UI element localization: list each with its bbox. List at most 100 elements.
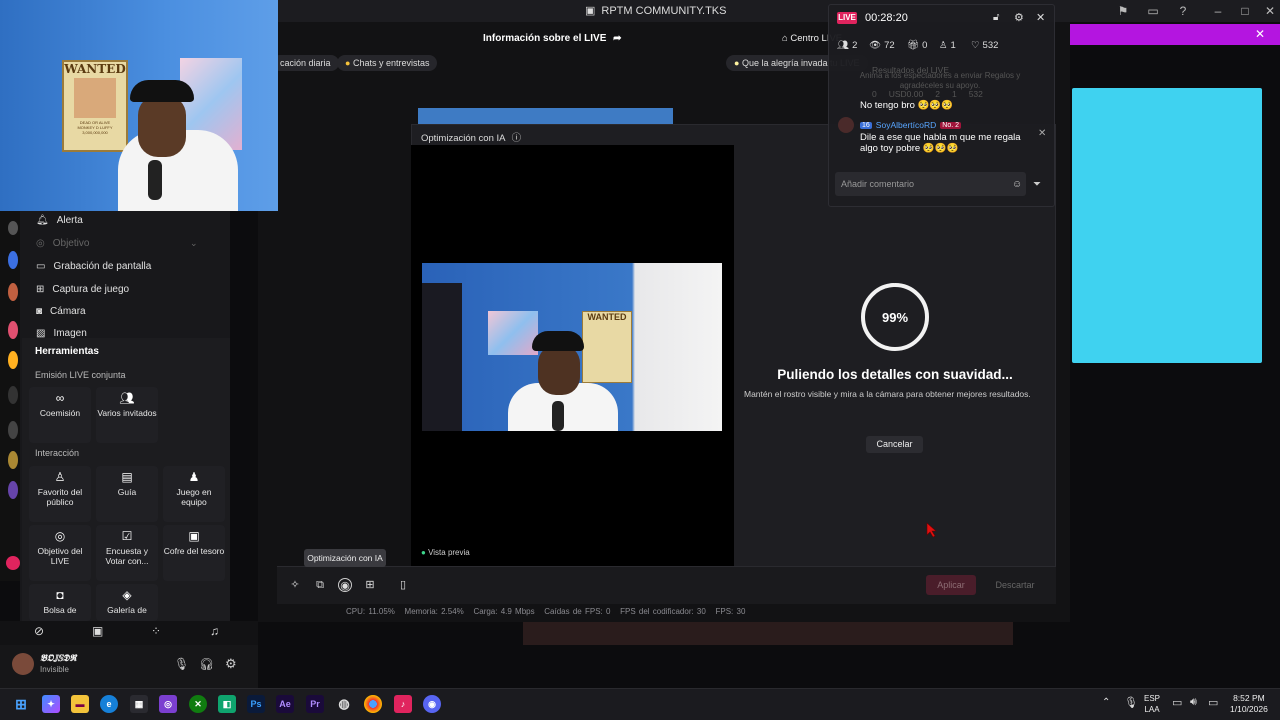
maximize-button[interactable]: □ xyxy=(1237,3,1253,19)
headphones-icon[interactable]: 🎧︎ xyxy=(199,657,214,671)
screen-share-icon[interactable]: ▭ xyxy=(1145,3,1161,19)
comment-input[interactable]: Añadir comentario xyxy=(835,172,1026,196)
emoji-icon[interactable]: ☺ xyxy=(1012,179,1022,190)
progress-ring: 99% xyxy=(861,283,929,351)
dismiss-icon[interactable]: ✕ xyxy=(1038,128,1046,139)
chat-avatar[interactable] xyxy=(838,117,854,133)
preview-video: WANTED xyxy=(422,263,722,431)
tool-coemision[interactable]: ∞ Coemisión xyxy=(29,387,91,443)
live-info-header[interactable]: Información sobre el LIVE ➦ xyxy=(483,33,622,44)
avatar[interactable] xyxy=(12,653,34,675)
close-button[interactable]: ✕ xyxy=(1262,3,1278,19)
rank-badge: No. 2 xyxy=(940,121,961,129)
ai-optimize-icon[interactable]: ◉ xyxy=(338,578,352,592)
share-icon[interactable]: ➦ xyxy=(613,33,621,44)
tool-encuesta[interactable]: ☑ Encuesta y Votar con... xyxy=(96,525,158,581)
live-timer: 00:28:20 xyxy=(865,12,908,24)
file-explorer-icon[interactable]: ▬ xyxy=(71,695,89,713)
results-description: Anima a los espectadores a enviar Regalo… xyxy=(859,71,1021,90)
add-effect-icon[interactable]: ⊞ xyxy=(363,578,377,592)
language-indicator[interactable]: ESP LAA xyxy=(1144,693,1160,715)
screen-icon[interactable]: ▣ xyxy=(92,624,103,638)
tool-bolsa[interactable]: ◘ Bolsa de xyxy=(29,584,91,621)
topic-chip[interactable]: cación diaria xyxy=(272,55,339,71)
minimize-button[interactable]: – xyxy=(1210,3,1226,19)
apply-button[interactable]: Aplicar xyxy=(926,575,976,595)
battery-icon[interactable]: ▭ xyxy=(1208,696,1218,709)
filter-icon[interactable]: ⏷ xyxy=(1033,179,1041,190)
source-grabacion[interactable]: ▭ Grabación de pantalla xyxy=(36,261,151,272)
chrome-icon[interactable] xyxy=(364,695,382,713)
obs-icon[interactable]: ◍ xyxy=(335,695,353,713)
server-rail xyxy=(0,211,20,581)
username: 𝕭𝕺𝕁𝕊𝕯𝕽 xyxy=(40,653,77,664)
chevron-up-icon[interactable]: ⌃ xyxy=(1102,697,1110,708)
source-objetivo[interactable]: ◎ Objetivo xyxy=(36,238,89,249)
tool-guia[interactable]: ▤ Guía xyxy=(96,466,158,522)
phone-icon[interactable]: ▯ xyxy=(396,578,410,592)
network-icon[interactable]: ▭ xyxy=(1172,696,1182,709)
tool-juego-equipo[interactable]: ♟ Juego en equipo xyxy=(163,466,225,522)
status-title: Puliendo los detalles con suavidad... xyxy=(777,367,1013,382)
microphone xyxy=(552,401,564,431)
windows-start-icon[interactable]: ⊞ xyxy=(12,695,30,713)
info-icon[interactable]: ⓘ xyxy=(512,133,522,144)
premiere-icon[interactable]: Pr xyxy=(306,695,324,713)
topic-chip[interactable]: ● Chats y entrevistas xyxy=(337,55,438,71)
close-icon[interactable]: ✕ xyxy=(1255,27,1265,41)
mute-stream-icon[interactable]: ⊘ xyxy=(34,624,44,638)
chest-icon: ▣ xyxy=(188,529,200,543)
microphone-icon[interactable]: 🎙︎ xyxy=(174,657,189,671)
chat-username-row[interactable]: 16 SoyAlbertícoRD No. 2 xyxy=(860,120,961,130)
bulb-icon: ● xyxy=(734,58,740,68)
pin-icon[interactable]: ⚑ xyxy=(1115,3,1131,19)
tool-objetivo-live[interactable]: ◎ Objetivo del LIVE xyxy=(29,525,91,581)
tiktok-live-icon[interactable]: ♪ xyxy=(394,695,412,713)
help-icon[interactable]: ? xyxy=(1175,3,1191,19)
magic-wand-icon[interactable]: ✧ xyxy=(288,578,302,592)
discard-button[interactable]: Descartar xyxy=(986,575,1044,595)
store-icon[interactable]: ▦ xyxy=(130,695,148,713)
tool-varios-invitados[interactable]: 👥︎ Varios invitados xyxy=(96,387,158,443)
photoshop-icon[interactable]: Ps xyxy=(247,695,265,713)
chat-message: No tengo bro 🥺🥺🥺 xyxy=(860,100,954,111)
source-imagen[interactable]: ▨ Imagen xyxy=(36,329,87,338)
tool-galeria[interactable]: ◈ Galería de xyxy=(96,584,158,621)
level-badge: 16 xyxy=(860,121,872,129)
xbox-icon[interactable]: ✕ xyxy=(189,695,207,713)
crop-icon[interactable]: ⧉ xyxy=(313,578,327,592)
lock-icon[interactable]: 🔓︎ xyxy=(993,12,999,23)
edge-icon[interactable]: e xyxy=(100,695,118,713)
home-icon: ⌂ xyxy=(782,33,788,44)
progress-percent: 99% xyxy=(882,310,908,325)
app-icon[interactable]: ◎ xyxy=(159,695,177,713)
voice-controls-row: ⊘ ▣ ⁘ ♫ xyxy=(0,621,258,645)
stat-likes: ♡ 532 xyxy=(971,40,999,51)
users-icon: 👥︎ xyxy=(837,40,850,51)
cancel-button[interactable]: Cancelar xyxy=(866,436,923,453)
tool-favorito[interactable]: ♙ Favorito del público xyxy=(29,466,91,522)
clock[interactable]: 8:52 PM 1/10/2026 xyxy=(1230,693,1268,715)
app-icon[interactable]: ◧ xyxy=(218,695,236,713)
chevron-down-icon[interactable]: ⌄ xyxy=(190,238,198,249)
source-alerta[interactable]: 🔔︎ Alerta xyxy=(36,215,83,226)
microphone-icon[interactable]: 🎙︎ xyxy=(1124,696,1138,709)
image-icon: ▨ xyxy=(36,329,46,338)
copilot-icon[interactable]: ✦ xyxy=(42,695,60,713)
after-effects-icon[interactable]: Ae xyxy=(276,695,294,713)
apps-icon[interactable]: ⁘ xyxy=(151,624,161,638)
discord-icon[interactable]: ◉ xyxy=(423,695,441,713)
source-captura[interactable]: ⊞ Captura de juego xyxy=(36,284,129,295)
close-icon[interactable]: ✕ xyxy=(1036,11,1045,24)
settings-gear-icon[interactable]: ⚙ xyxy=(225,656,237,672)
volume-icon[interactable]: 🔊︎ xyxy=(1190,696,1197,709)
app-icon: ▣ xyxy=(585,5,596,17)
soundboard-icon[interactable]: ♫ xyxy=(210,624,219,638)
status-description: Mantén el rostro visible y mira a la cám… xyxy=(744,389,1031,399)
source-camara[interactable]: ◙ Cámara xyxy=(36,306,86,317)
tools-title: Herramientas xyxy=(35,346,99,357)
settings-icon[interactable]: ⚙ xyxy=(1014,11,1024,24)
bell-icon: 🔔︎ xyxy=(36,215,49,226)
tool-cofre[interactable]: ▣ Cofre del tesoro xyxy=(163,525,225,581)
person-cap xyxy=(130,80,194,102)
